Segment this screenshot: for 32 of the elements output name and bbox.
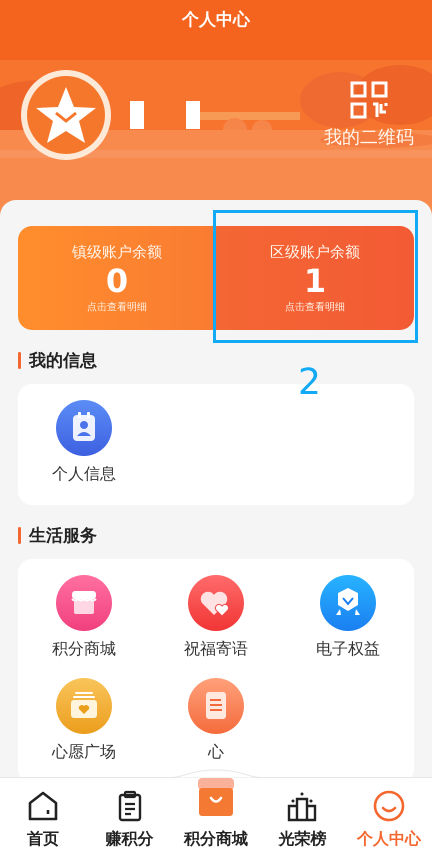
tab[interactable]: 首页 — [0, 778, 86, 858]
detail-hint: 点击查看明细 — [285, 300, 345, 314]
avatar[interactable] — [20, 69, 112, 161]
smile-icon — [372, 789, 406, 823]
section-title: 生活服务 — [29, 524, 97, 546]
redaction-mark — [186, 101, 200, 129]
annotation-number: 2 — [298, 362, 321, 403]
badge-icon — [320, 575, 376, 631]
shop-icon — [56, 575, 112, 631]
wish-icon — [56, 678, 112, 734]
account-label: 区级账户余额 — [270, 242, 360, 262]
account-amount: 0 — [106, 262, 128, 300]
service-label[interactable]: 电子权益 — [316, 639, 380, 660]
note-icon — [188, 678, 244, 734]
home-icon — [26, 789, 60, 823]
service-label[interactable]: 心愿广场 — [52, 742, 116, 763]
tab[interactable]: 积分商城 — [172, 778, 260, 858]
hearts-icon — [188, 575, 244, 631]
page-title: 个人中心 — [182, 9, 250, 31]
service-label[interactable]: 祝福寄语 — [184, 639, 248, 660]
section-title: 我的信息 — [29, 350, 97, 372]
account-amount: 1 — [304, 262, 326, 300]
tab[interactable]: 赚积分 — [86, 778, 173, 858]
service-label[interactable]: 积分商城 — [52, 639, 116, 660]
tab[interactable]: 光荣榜 — [259, 778, 346, 858]
service-label[interactable]: 个人信息 — [52, 464, 116, 485]
detail-hint: 点击查看明细 — [87, 300, 147, 314]
person-icon — [56, 400, 112, 456]
qr-code-icon[interactable] — [350, 81, 388, 119]
redaction-mark — [130, 101, 144, 129]
account-label: 镇级账户余额 — [72, 242, 162, 262]
service-label[interactable]: 心 — [208, 742, 224, 763]
